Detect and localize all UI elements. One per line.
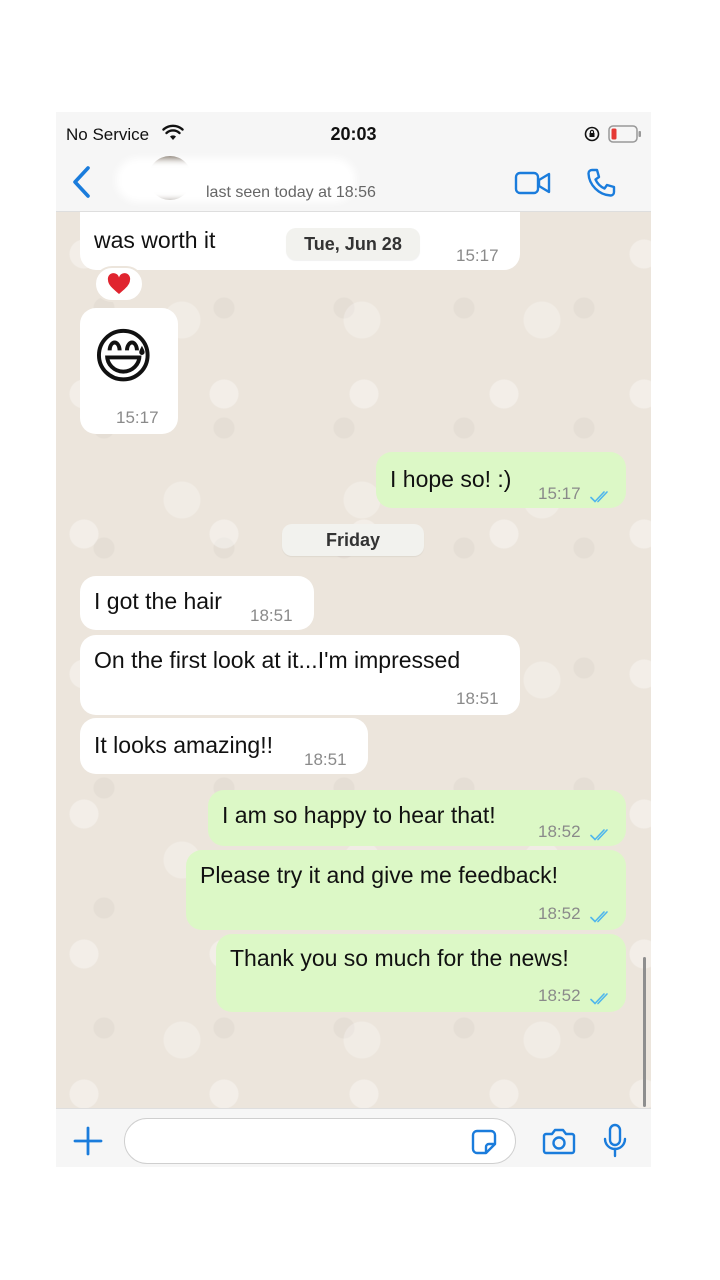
- message-incoming-emoji[interactable]: 😅 15:17: [80, 308, 178, 434]
- message-time: 18:52: [538, 822, 581, 841]
- message-input-bar: [56, 1108, 651, 1167]
- message-time: 18:51: [456, 689, 499, 708]
- message-outgoing[interactable]: Please try it and give me feedback! 18:5…: [186, 850, 626, 930]
- message-incoming[interactable]: On the first look at it...I'm impressed …: [80, 635, 520, 715]
- phone-icon[interactable]: [584, 166, 618, 205]
- message-time: 18:52: [538, 904, 581, 923]
- message-text: On the first look at it...I'm impressed: [94, 647, 461, 673]
- message-text: I hope so! :): [390, 466, 512, 492]
- message-time: 15:17: [116, 408, 159, 427]
- emoji-sweat-smile: 😅: [92, 323, 155, 390]
- chat-area[interactable]: was worth it 15:17 Tue, Jun 28 😅 15:17 I…: [56, 212, 651, 1108]
- status-time: 20:03: [330, 124, 377, 144]
- microphone-icon[interactable]: [602, 1123, 628, 1164]
- status-bar: No Service 20:03: [56, 112, 651, 156]
- chat-header: last seen today at 18:56: [56, 156, 651, 212]
- double-check-icon: [590, 820, 612, 848]
- message-text: Thank you so much for the news!: [230, 945, 569, 971]
- message-time: 18:51: [304, 750, 347, 769]
- message-incoming[interactable]: It looks amazing!! 18:51: [80, 718, 368, 774]
- lock-rotation-icon: [584, 126, 600, 147]
- sticker-icon[interactable]: [470, 1128, 498, 1161]
- message-text: was worth it: [94, 227, 216, 253]
- last-seen-label: last seen today at 18:56: [206, 184, 376, 201]
- message-incoming[interactable]: I got the hair 18:51: [80, 576, 314, 630]
- date-separator: Tue, Jun 28: [286, 228, 420, 260]
- plus-icon[interactable]: [72, 1125, 104, 1162]
- message-outgoing[interactable]: Thank you so much for the news! 18:52: [216, 934, 626, 1012]
- message-outgoing[interactable]: I hope so! :) 15:17: [376, 452, 626, 508]
- double-check-icon: [590, 902, 612, 930]
- message-time: 18:52: [538, 986, 581, 1005]
- message-time: 15:17: [456, 246, 499, 265]
- heart-icon: [107, 273, 131, 294]
- message-reaction[interactable]: [94, 266, 144, 302]
- double-check-icon: [590, 482, 612, 510]
- battery-icon: [608, 125, 642, 148]
- message-text: Please try it and give me feedback!: [200, 862, 558, 888]
- camera-icon[interactable]: [542, 1126, 576, 1161]
- message-text: It looks amazing!!: [94, 732, 273, 758]
- message-time: 18:51: [250, 606, 293, 625]
- message-outgoing[interactable]: I am so happy to hear that! 18:52: [208, 790, 626, 846]
- message-text: I got the hair: [94, 588, 222, 614]
- message-text: I am so happy to hear that!: [222, 802, 496, 828]
- message-time: 15:17: [538, 484, 581, 503]
- message-input[interactable]: [124, 1118, 516, 1164]
- video-call-icon[interactable]: [514, 170, 552, 201]
- date-separator: Friday: [282, 524, 424, 556]
- back-chevron-icon[interactable]: [70, 164, 94, 205]
- double-check-icon: [590, 984, 612, 1012]
- chat-scrollbar[interactable]: [643, 957, 646, 1107]
- phone-screen: No Service 20:03 last seen today at 18:5…: [56, 112, 651, 1167]
